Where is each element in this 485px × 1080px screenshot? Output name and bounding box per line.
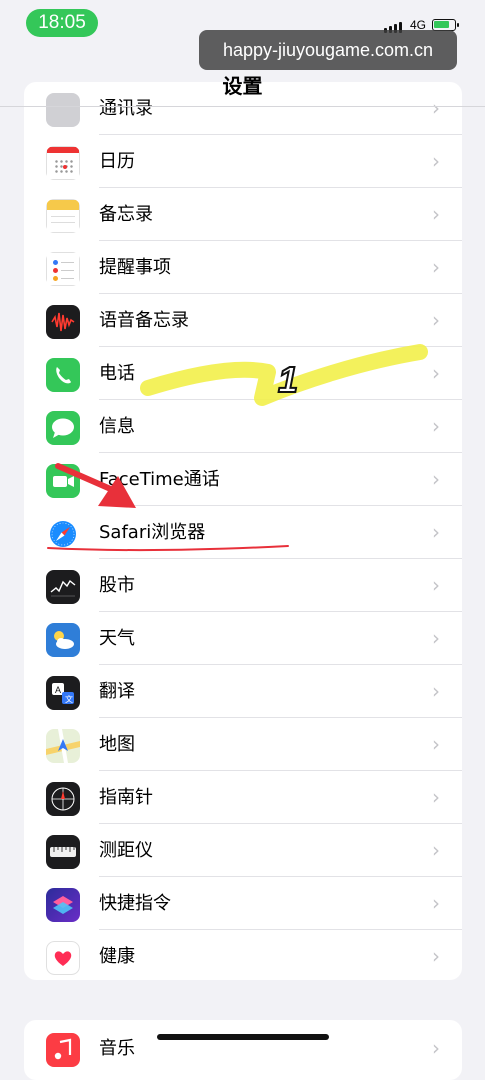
chevron-right-icon: ›	[432, 891, 440, 915]
settings-row-label: 健康	[99, 946, 135, 967]
status-time: 18:05	[26, 9, 98, 37]
voice-memos-icon	[46, 305, 80, 339]
chevron-right-icon: ›	[432, 255, 440, 279]
settings-row-label: 测距仪	[99, 840, 153, 861]
settings-row-label: 指南针	[99, 787, 153, 808]
settings-row[interactable]: 备忘录 ›	[24, 188, 462, 241]
chevron-right-icon: ›	[432, 361, 440, 385]
settings-row[interactable]: 日历 ›	[24, 135, 462, 188]
stocks-icon	[46, 570, 80, 604]
settings-list: 通讯录 › 日历 › 备忘录 › 提醒事项 › 语音备忘录 › 电话 › 信息 › FaceTime通话 › S…	[24, 82, 462, 980]
chevron-right-icon: ›	[432, 520, 440, 544]
phone-icon	[46, 358, 80, 392]
settings-list-next-group: 音乐 ›	[24, 1020, 462, 1080]
settings-row[interactable]: FaceTime通话 ›	[24, 453, 462, 506]
settings-row-label: Safari浏览器	[99, 522, 206, 543]
settings-row[interactable]: 健康 ›	[24, 930, 462, 980]
settings-row-label: 电话	[99, 363, 135, 384]
chevron-right-icon: ›	[432, 785, 440, 809]
shortcuts-icon	[46, 888, 80, 922]
chevron-right-icon: ›	[432, 1036, 440, 1060]
weather-icon	[46, 623, 80, 657]
chevron-right-icon: ›	[432, 838, 440, 862]
reminders-icon	[46, 252, 80, 286]
settings-row[interactable]: 电话 ›	[24, 347, 462, 400]
settings-row[interactable]: 测距仪 ›	[24, 824, 462, 877]
svg-text:A: A	[55, 685, 61, 695]
svg-text:文: 文	[65, 694, 73, 704]
settings-row-label: 备忘录	[99, 204, 153, 225]
home-indicator[interactable]	[157, 1034, 329, 1040]
chevron-right-icon: ›	[432, 149, 440, 173]
settings-row-label: 股市	[99, 575, 135, 596]
chevron-right-icon: ›	[432, 573, 440, 597]
settings-row[interactable]: 指南针 ›	[24, 771, 462, 824]
settings-row-label: FaceTime通话	[99, 469, 220, 490]
settings-row[interactable]: 快捷指令 ›	[24, 877, 462, 930]
notes-icon	[46, 199, 80, 233]
settings-row-label: 快捷指令	[99, 893, 171, 914]
settings-row[interactable]: 提醒事项 ›	[24, 241, 462, 294]
maps-icon	[46, 729, 80, 763]
settings-row-label: 语音备忘录	[99, 310, 189, 331]
settings-row-label: 地图	[99, 734, 135, 755]
settings-row-label: 天气	[99, 628, 135, 649]
facetime-icon	[46, 464, 80, 498]
settings-row[interactable]: Safari浏览器 ›	[24, 506, 462, 559]
measure-icon	[46, 835, 80, 869]
chevron-right-icon: ›	[432, 679, 440, 703]
chevron-right-icon: ›	[432, 202, 440, 226]
settings-row[interactable]: 信息 ›	[24, 400, 462, 453]
settings-row[interactable]: 语音备忘录 ›	[24, 294, 462, 347]
messages-icon	[46, 411, 80, 445]
safari-icon	[46, 517, 80, 551]
health-icon	[46, 941, 80, 975]
settings-row[interactable]: 地图 ›	[24, 718, 462, 771]
translate-icon: A文	[46, 676, 80, 710]
music-icon	[46, 1033, 80, 1067]
settings-row-label: 提醒事项	[99, 257, 171, 278]
nav-divider	[0, 106, 485, 107]
settings-row-label: 日历	[99, 151, 135, 172]
chevron-right-icon: ›	[432, 308, 440, 332]
chevron-right-icon: ›	[432, 944, 440, 968]
chevron-right-icon: ›	[432, 732, 440, 756]
page-title: 设置	[222, 74, 263, 98]
settings-row[interactable]: 天气 ›	[24, 612, 462, 665]
settings-row[interactable]: A 文翻译 ›	[24, 665, 462, 718]
calendar-icon	[46, 146, 80, 180]
chevron-right-icon: ›	[432, 414, 440, 438]
watermark-badge: happy-jiuyougame.com.cn	[199, 30, 457, 70]
settings-row-label: 翻译	[99, 681, 135, 702]
compass-icon	[46, 782, 80, 816]
chevron-right-icon: ›	[432, 626, 440, 650]
settings-row-label: 信息	[99, 416, 135, 437]
chevron-right-icon: ›	[432, 467, 440, 491]
settings-row[interactable]: 股市 ›	[24, 559, 462, 612]
settings-row[interactable]: 音乐 ›	[24, 1022, 462, 1075]
settings-row-label: 音乐	[99, 1038, 135, 1059]
